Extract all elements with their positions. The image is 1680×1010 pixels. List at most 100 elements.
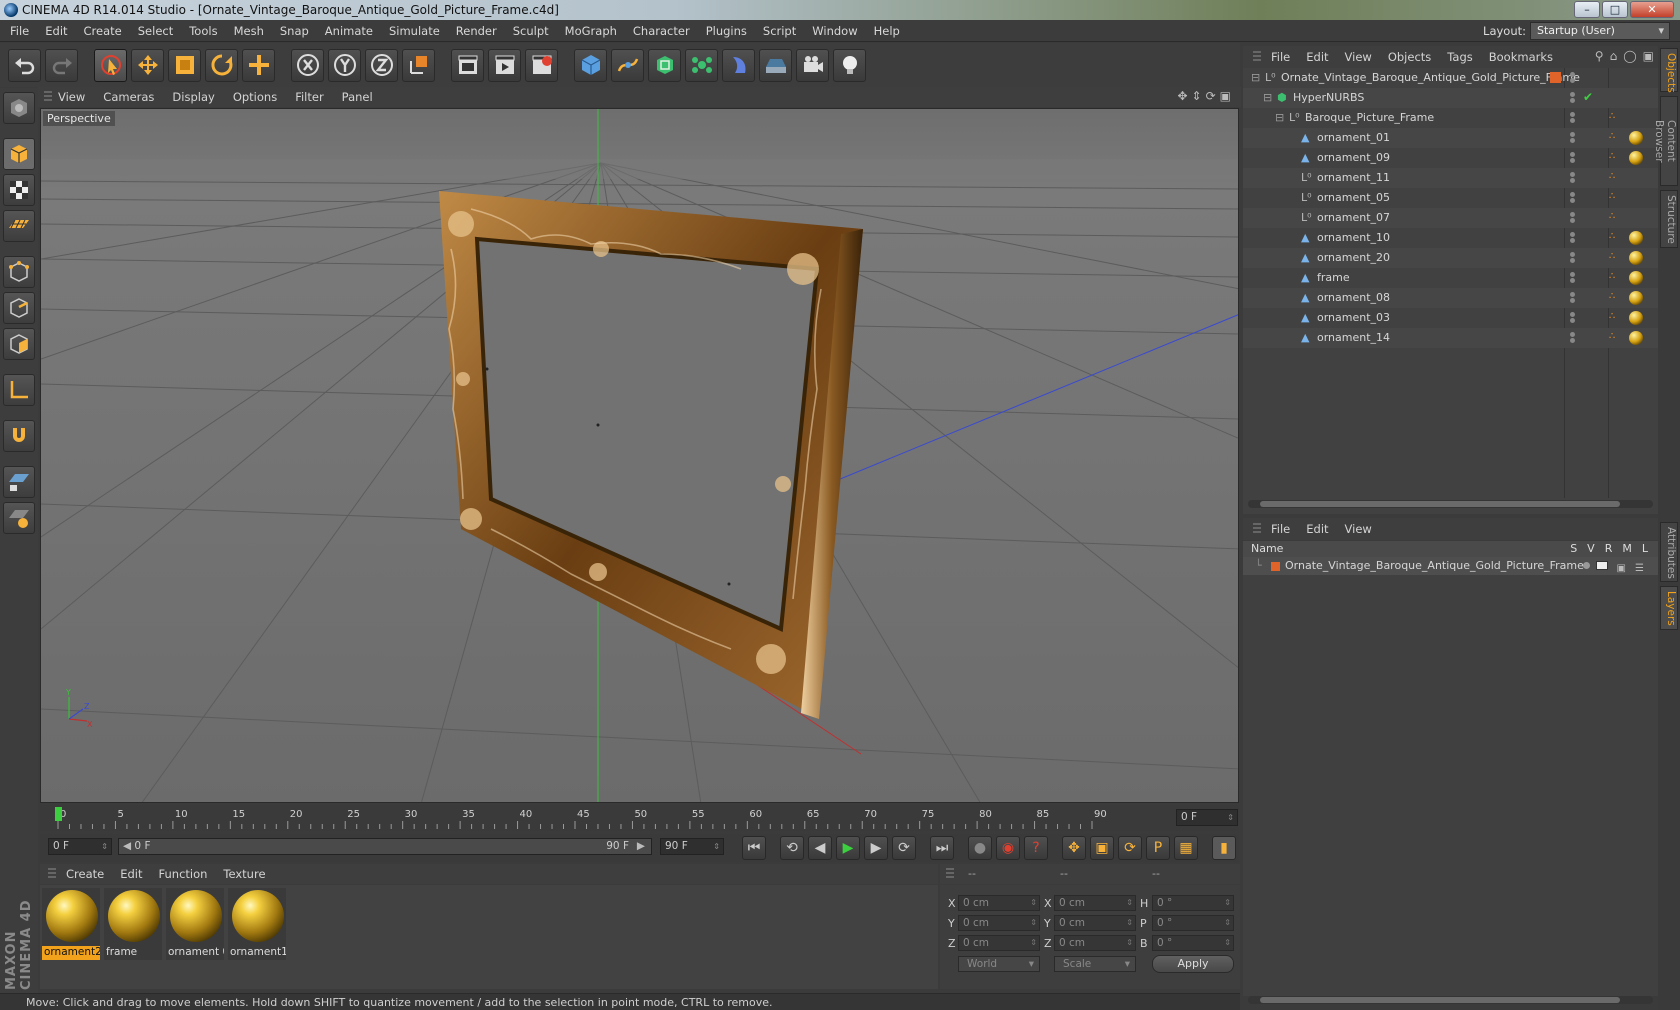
expand-toggle-icon[interactable]: ⊟ (1275, 111, 1284, 124)
object-menu-objects[interactable]: Objects (1388, 50, 1431, 64)
phong-tag-icon[interactable]: ∴ (1609, 151, 1619, 165)
material-tag-icon[interactable] (1629, 251, 1643, 265)
viewport-menu-panel[interactable]: Panel (342, 90, 373, 104)
expand-toggle-icon[interactable]: ⊟ (1251, 71, 1260, 84)
layout-dropdown[interactable]: Startup (User) ▾ (1530, 22, 1670, 40)
cube-icon[interactable] (574, 48, 607, 82)
keyframe-selection-icon[interactable]: ? (1024, 836, 1048, 860)
world-coordinates-icon[interactable] (402, 48, 435, 82)
object-menu-edit[interactable]: Edit (1306, 50, 1328, 64)
visibility-dots[interactable] (1570, 72, 1580, 84)
scrollbar-thumb[interactable] (1260, 501, 1620, 507)
phong-tag-icon[interactable]: ∴ (1609, 171, 1619, 185)
tab-layers[interactable]: Layers (1660, 586, 1678, 630)
viewport-menu-view[interactable]: View (58, 90, 85, 104)
floor-icon[interactable] (759, 48, 792, 82)
points-mode-icon[interactable] (3, 256, 35, 288)
magnet-icon[interactable] (3, 420, 35, 452)
menu-window[interactable]: Window (812, 24, 857, 38)
search-icon[interactable]: ⚲ (1595, 49, 1604, 63)
tab-structure[interactable]: Structure (1660, 190, 1678, 248)
layer-color-swatch[interactable] (1271, 562, 1280, 571)
panel-grip-icon[interactable] (44, 91, 52, 103)
layer-col-solo[interactable]: S (1570, 541, 1577, 557)
layer-manager-icon[interactable]: ☰ (1635, 560, 1644, 578)
nurbs-icon[interactable] (648, 48, 681, 82)
lock-workplane-icon[interactable] (3, 466, 35, 498)
live-selection-icon[interactable] (94, 48, 127, 82)
coord-size-x-field[interactable]: 0 cm ⇕ (1054, 895, 1136, 911)
object-row[interactable]: ▲ ornament_01 ∴ (1243, 128, 1658, 148)
material-swatch[interactable]: ornament1 (228, 888, 286, 960)
object-menu-file[interactable]: File (1271, 50, 1290, 64)
deformer-icon[interactable] (722, 48, 755, 82)
layer-color-swatch[interactable] (1550, 72, 1561, 83)
perspective-viewport[interactable]: Y X Z Perspective (40, 108, 1239, 803)
phong-tag-icon[interactable]: ∴ (1609, 271, 1619, 285)
menu-help[interactable]: Help (874, 24, 900, 38)
go-to-next-key-icon[interactable]: ⟳ (892, 836, 916, 860)
maximize-view-icon[interactable]: ▣ (1220, 89, 1231, 103)
coord-size-z-field[interactable]: 0 cm ⇕ (1054, 935, 1136, 951)
object-menu-tags[interactable]: Tags (1447, 50, 1472, 64)
phong-tag-icon[interactable]: ∴ (1609, 211, 1619, 225)
object-row[interactable]: ▲ ornament_14 ∴ (1243, 328, 1658, 348)
next-frame-icon[interactable]: ▶ (864, 836, 888, 860)
material-menu-texture[interactable]: Texture (223, 867, 265, 881)
coord-rot-h-field[interactable]: 0 ° ⇕ (1152, 895, 1234, 911)
object-row[interactable]: L⁰ ornament_11 ∴ (1243, 168, 1658, 188)
visibility-dots[interactable] (1570, 312, 1580, 324)
layer-menu-edit[interactable]: Edit (1306, 522, 1328, 536)
object-menu-bookmarks[interactable]: Bookmarks (1489, 50, 1553, 64)
visibility-dots[interactable] (1570, 212, 1580, 224)
object-row[interactable]: ▲ frame ∴ (1243, 268, 1658, 288)
x-axis-icon[interactable] (291, 48, 324, 82)
apply-button[interactable]: Apply (1152, 955, 1234, 973)
z-axis-icon[interactable] (365, 48, 398, 82)
menu-script[interactable]: Script (763, 24, 796, 38)
menu-file[interactable]: File (10, 24, 29, 38)
material-swatch[interactable]: ornament2 (42, 888, 100, 960)
material-menu-function[interactable]: Function (159, 867, 208, 881)
key-parameter-icon[interactable]: P (1146, 836, 1170, 860)
menu-plugins[interactable]: Plugins (706, 24, 747, 38)
timeline-ruler[interactable]: 0 5 10 15 20 25 30 35 40 45 50 55 60 65 70 75 80 85 90 (40, 805, 1239, 831)
coord-size-y-field[interactable]: 0 cm ⇕ (1054, 915, 1136, 931)
object-horizontal-scrollbar[interactable] (1248, 500, 1653, 508)
visibility-dots[interactable] (1570, 112, 1580, 124)
layer-solo-dot[interactable] (1583, 562, 1590, 569)
layer-visible-icon[interactable] (1596, 561, 1608, 570)
object-row[interactable]: L⁰ ornament_07 ∴ (1243, 208, 1658, 228)
phong-tag-icon[interactable]: ∴ (1609, 291, 1619, 305)
end-frame-field[interactable]: 90 F ⇕ (660, 838, 724, 855)
menu-create[interactable]: Create (84, 24, 122, 38)
menu-simulate[interactable]: Simulate (389, 24, 440, 38)
object-row[interactable]: ▲ ornament_10 ∴ (1243, 228, 1658, 248)
object-row[interactable]: ⊟ L⁰ Ornate_Vintage_Baroque_Antique_Gold_P… (1243, 68, 1658, 88)
layer-col-render[interactable]: R (1605, 541, 1613, 557)
menu-edit[interactable]: Edit (45, 24, 67, 38)
visibility-dots[interactable] (1570, 292, 1580, 304)
dolly-icon[interactable]: ⇕ (1192, 89, 1202, 103)
coord-rot-b-field[interactable]: 0 ° ⇕ (1152, 935, 1234, 951)
phong-tag-icon[interactable]: ∴ (1609, 111, 1619, 125)
light-icon[interactable] (833, 48, 866, 82)
collapse-icon[interactable]: ◯ (1623, 49, 1636, 63)
scale-icon[interactable] (168, 48, 201, 82)
autokey-icon[interactable]: ◉ (996, 836, 1020, 860)
edges-mode-icon[interactable] (3, 292, 35, 324)
visibility-dots[interactable] (1570, 92, 1580, 104)
menu-mesh[interactable]: Mesh (234, 24, 264, 38)
planar-workplane-icon[interactable] (3, 502, 35, 534)
material-tag-icon[interactable] (1629, 331, 1643, 345)
tab-content-browser[interactable]: Content Browser (1653, 96, 1678, 186)
menu-snap[interactable]: Snap (280, 24, 309, 38)
object-row[interactable]: ▲ ornament_08 ∴ (1243, 288, 1658, 308)
panel-grip-icon[interactable] (946, 868, 954, 880)
layer-col-manager[interactable]: M (1622, 541, 1632, 557)
previous-frame-icon[interactable]: ◀ (808, 836, 832, 860)
coord-rot-p-field[interactable]: 0 ° ⇕ (1152, 915, 1234, 931)
visibility-dots[interactable] (1570, 272, 1580, 284)
object-row[interactable]: ⊟ ⬢ HyperNURBS ✔ (1243, 88, 1658, 108)
axis-mode-icon[interactable] (3, 374, 35, 406)
